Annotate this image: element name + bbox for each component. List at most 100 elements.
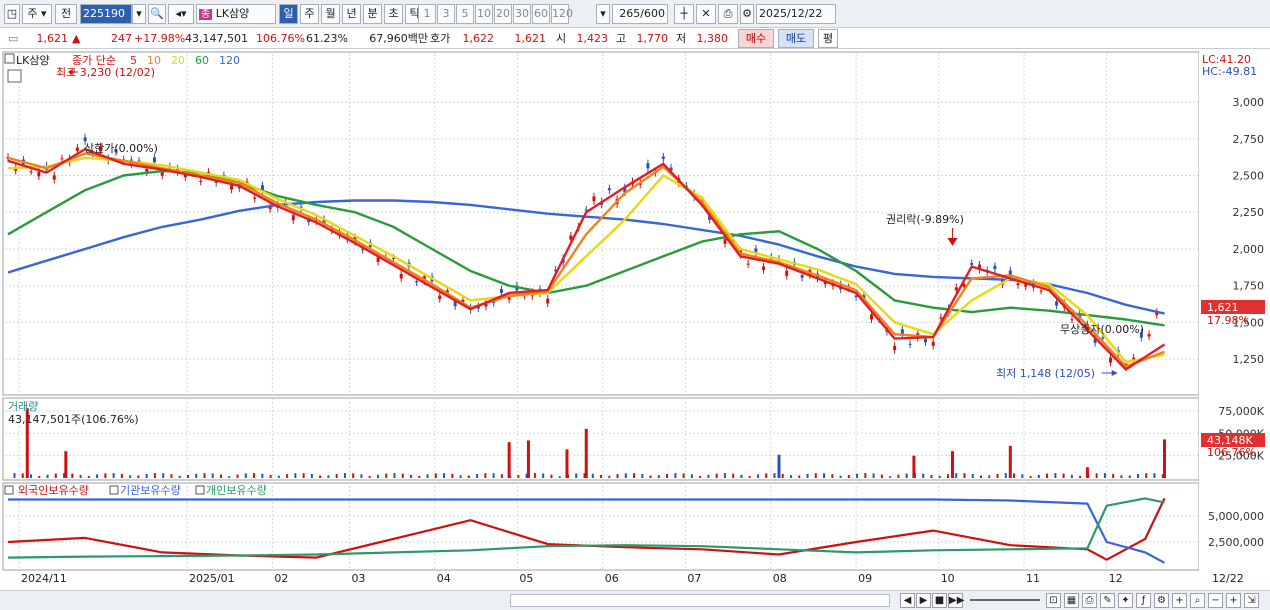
tab-3[interactable]: 년 xyxy=(342,4,361,24)
save-icon[interactable]: ▦ xyxy=(1064,593,1079,608)
horizontal-scrollbar[interactable] xyxy=(510,594,890,607)
volume-bar xyxy=(1008,445,1012,478)
candle-body xyxy=(499,289,503,293)
stock-name-field[interactable]: 종 LK삼양 xyxy=(196,4,276,24)
interval-button-5[interactable]: 5 xyxy=(456,4,474,24)
tab-1[interactable]: 주 xyxy=(300,4,319,24)
tab-5[interactable]: 초 xyxy=(384,4,403,24)
play-icon[interactable]: ▶ xyxy=(916,593,931,608)
volume-bar-small xyxy=(847,475,850,478)
period-select[interactable]: 주 ▾ xyxy=(22,4,52,24)
eval-button[interactable]: 평 xyxy=(818,29,838,48)
zoom-icon[interactable]: ⌕ xyxy=(1190,593,1205,608)
interval-button-30[interactable]: 30 xyxy=(513,4,531,24)
high-price: 1,770 xyxy=(636,32,669,45)
volume-bar-small xyxy=(38,476,41,478)
config-icon[interactable]: ⚙ xyxy=(1154,593,1169,608)
volume-bar-small xyxy=(1145,473,1148,478)
interval-button-3[interactable]: 3 xyxy=(437,4,455,24)
draw-icon[interactable]: ✎ xyxy=(1100,593,1115,608)
plus-icon[interactable]: + xyxy=(1172,593,1187,608)
interval-button-10[interactable]: 10 xyxy=(475,4,493,24)
volume-bar-small xyxy=(1153,473,1156,478)
minus-icon[interactable]: − xyxy=(1208,593,1223,608)
dropdown-icon[interactable]: ▾ xyxy=(596,4,610,24)
print-icon[interactable]: ⎙ xyxy=(1082,593,1097,608)
tab-4[interactable]: 분 xyxy=(363,4,382,24)
gear-icon[interactable]: ⚙ xyxy=(740,4,754,24)
candle-body xyxy=(1070,319,1074,321)
volume-bar-small xyxy=(310,474,313,478)
volume-bar-small xyxy=(781,473,784,478)
stock-chart-svg[interactable]: 2024/11 2025/01 02 03 04 05 06 07 08 09 10 11 12 12/2… xyxy=(0,50,1270,590)
volume-bar-small xyxy=(203,473,206,478)
chart-area[interactable]: 2024/11 2025/01 02 03 04 05 06 07 08 09 10 11 12 12/2… xyxy=(0,50,1270,590)
volume-bar-small xyxy=(1046,473,1049,478)
price-change: 247 xyxy=(111,32,132,45)
volume-bar-small xyxy=(451,473,454,478)
price-y-tick: 1,250 xyxy=(1233,353,1265,366)
volume-bar-small xyxy=(872,473,875,478)
x-tick-label: 02 xyxy=(274,572,288,585)
reset-icon[interactable]: ⊡ xyxy=(1046,593,1061,608)
grid-icon[interactable] xyxy=(7,69,22,83)
volume-bar-small xyxy=(707,474,710,478)
volume-bar-small xyxy=(699,475,702,478)
crosshair-icon[interactable]: ✕ xyxy=(696,4,716,24)
volume-bar-small xyxy=(186,474,189,478)
add-icon[interactable]: + xyxy=(1226,593,1241,608)
volume-bar-small xyxy=(410,474,413,478)
volume-bar-small xyxy=(880,474,883,478)
interval-button-60[interactable]: 60 xyxy=(532,4,550,24)
volume-bar-small xyxy=(682,473,685,478)
candle-body xyxy=(931,341,935,346)
x-tick-label: 09 xyxy=(858,572,872,585)
volume-bar-small xyxy=(922,473,925,478)
volume-bar-small xyxy=(376,474,379,478)
volume-bar-small xyxy=(963,473,966,478)
scroll-left-icon[interactable]: ◀ xyxy=(900,593,915,608)
volume-bar-small xyxy=(286,474,289,478)
buy-button[interactable]: 매수 xyxy=(738,29,774,48)
volume-bar-small xyxy=(360,474,363,478)
volume-bar-small xyxy=(1095,473,1098,478)
count-input[interactable]: 265/600 xyxy=(612,4,668,24)
zoom-slider[interactable] xyxy=(970,599,1040,601)
speaker-icon[interactable]: ◂▾ xyxy=(168,4,194,24)
chart-type-icon[interactable]: ┼ xyxy=(674,4,694,24)
stop-icon[interactable]: ■ xyxy=(932,593,947,608)
tab-0[interactable]: 일 xyxy=(279,4,298,24)
market-select[interactable]: 전 xyxy=(55,4,77,24)
candle-body xyxy=(438,295,442,299)
interval-button-120[interactable]: 120 xyxy=(551,4,573,24)
volume-bar xyxy=(64,451,68,478)
legend-inst: 기관보유수량 xyxy=(120,484,181,497)
search-icon[interactable]: 🔍 xyxy=(148,4,166,24)
tab-2[interactable]: 월 xyxy=(321,4,340,24)
fast-forward-icon[interactable]: ▶▶ xyxy=(948,593,964,608)
stock-code-input[interactable]: 225190 xyxy=(80,4,132,24)
sell-button[interactable]: 매도 xyxy=(778,29,814,48)
expand-icon[interactable]: ⇲ xyxy=(1244,593,1259,608)
chevron-down-icon[interactable]: ▾ xyxy=(132,4,146,24)
volume-bar-small xyxy=(1120,475,1123,478)
volume-bar-small xyxy=(261,473,264,478)
volume-bar-small xyxy=(467,475,470,478)
tools-icon[interactable]: ✦ xyxy=(1118,593,1133,608)
volume-bar-small xyxy=(393,473,396,478)
volume-bar-small xyxy=(542,473,545,478)
volume-bar-small xyxy=(748,475,751,478)
indicator-icon[interactable]: ƒ xyxy=(1136,593,1151,608)
window-icon[interactable]: ◳ xyxy=(4,4,20,24)
date-input[interactable]: 2025/12/22 ▦ xyxy=(756,4,836,38)
interval-button-20[interactable]: 20 xyxy=(494,4,512,24)
print-icon[interactable]: ⎙ xyxy=(718,4,738,24)
interval-button-1[interactable]: 1 xyxy=(418,4,436,24)
volume-bar xyxy=(1085,467,1089,478)
volume-bar xyxy=(777,454,781,478)
candle-body xyxy=(253,197,257,199)
volume-bar xyxy=(565,449,569,478)
stock-badge-icon: 종 xyxy=(199,9,213,20)
volume-bar-small xyxy=(790,475,793,478)
volume-bar-small xyxy=(1054,473,1057,478)
